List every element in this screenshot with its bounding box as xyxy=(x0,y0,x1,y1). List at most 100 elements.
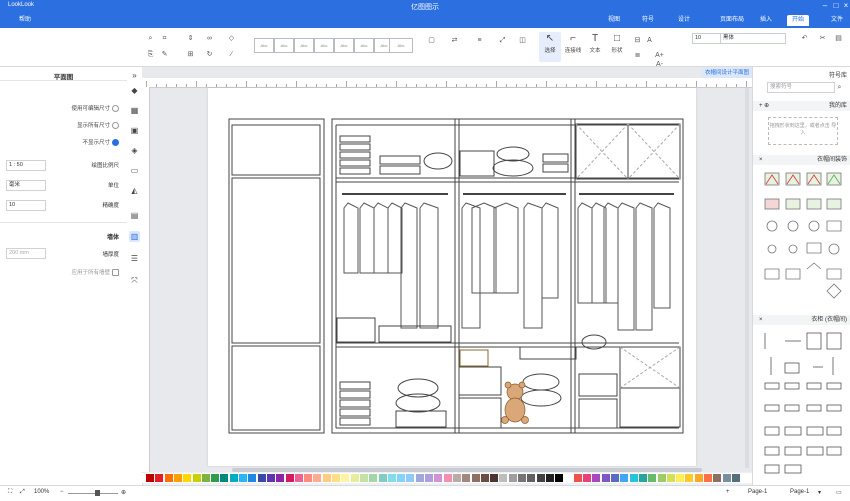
color-swatch[interactable] xyxy=(462,474,471,482)
color-swatch[interactable] xyxy=(397,474,406,482)
bold-icon[interactable]: ⊟ xyxy=(633,36,642,45)
color-swatch[interactable] xyxy=(164,474,173,482)
close-icon[interactable]: × xyxy=(841,1,850,11)
color-swatch[interactable] xyxy=(620,474,629,482)
color-swatch[interactable] xyxy=(285,474,294,482)
undo-icon[interactable]: ↶ xyxy=(800,34,809,43)
color-swatch[interactable] xyxy=(601,474,610,482)
layers-icon[interactable]: ◈ xyxy=(129,145,140,156)
wardrobe-decoration-header[interactable]: 衣帽间装饰 × xyxy=(753,155,850,165)
color-swatch[interactable] xyxy=(564,474,573,482)
tab-view[interactable]: 视图 xyxy=(603,15,625,26)
decoration-symbols[interactable] xyxy=(763,171,843,311)
color-swatch[interactable] xyxy=(425,474,433,482)
color-swatch[interactable] xyxy=(685,474,694,482)
tab-home[interactable]: 开始 xyxy=(787,15,810,26)
color-swatch[interactable] xyxy=(183,474,192,482)
copy-icon[interactable]: ⎘ xyxy=(146,50,155,59)
color-swatch[interactable] xyxy=(304,474,313,482)
color-swatch[interactable] xyxy=(313,474,322,482)
close-icon[interactable]: × xyxy=(759,315,763,325)
color-swatch[interactable] xyxy=(480,474,489,482)
radio-icon[interactable] xyxy=(112,122,119,130)
shape-button[interactable]: □ 形状 xyxy=(606,32,628,62)
color-swatch[interactable] xyxy=(704,474,712,482)
color-swatch[interactable] xyxy=(648,474,657,482)
list-icon[interactable]: ☰ xyxy=(129,253,140,264)
color-swatch[interactable] xyxy=(229,474,238,482)
zoom-out-icon[interactable]: − xyxy=(60,489,64,495)
style-preset-6[interactable]: Abc xyxy=(354,38,374,53)
color-swatch[interactable] xyxy=(322,474,331,482)
color-swatch[interactable] xyxy=(406,474,415,482)
drawing-page[interactable] xyxy=(208,88,696,466)
document-tab[interactable]: 衣帽间设计平面图 xyxy=(702,68,752,78)
page-tab[interactable]: Page-1 xyxy=(748,489,767,495)
tab-file[interactable]: 文件 xyxy=(826,15,848,26)
symbol-search-input[interactable]: 搜索符号 xyxy=(767,82,835,93)
table-icon[interactable]: ▤ xyxy=(129,210,140,221)
color-swatch[interactable] xyxy=(722,474,731,482)
option-show-all-sizes[interactable]: 显示所有尺寸 xyxy=(77,121,119,130)
style-preset-4[interactable]: Abc xyxy=(314,38,334,53)
checkbox-icon[interactable] xyxy=(112,269,119,277)
color-swatch[interactable] xyxy=(471,474,480,482)
arrange-icon[interactable]: ◫ xyxy=(518,36,527,45)
color-swatch[interactable] xyxy=(341,474,350,482)
color-swatch[interactable] xyxy=(731,474,740,482)
grid-icon[interactable]: ▦ xyxy=(129,105,140,116)
unit-select[interactable]: 毫米 xyxy=(6,180,46,191)
color-swatch[interactable] xyxy=(518,474,526,482)
my-library-dropzone[interactable]: 拖拽形状到这里，或者点击 导入 xyxy=(768,117,838,145)
image-icon[interactable]: ▣ xyxy=(129,125,140,136)
color-swatch[interactable] xyxy=(713,474,722,482)
color-swatch[interactable] xyxy=(173,474,182,482)
select-button[interactable]: ↖ 选择 xyxy=(539,32,561,62)
color-swatch[interactable] xyxy=(369,474,378,482)
wardrobe-symbols[interactable] xyxy=(763,331,843,476)
color-swatch[interactable] xyxy=(657,474,666,482)
color-swatch[interactable] xyxy=(527,474,536,482)
group-icon[interactable]: ⊞ xyxy=(186,50,195,59)
zoom-slider[interactable] xyxy=(68,493,118,494)
fullscreen-icon[interactable]: ⤢ xyxy=(20,489,25,496)
line-color-icon[interactable]: ∕ xyxy=(227,50,236,59)
color-swatch[interactable] xyxy=(266,474,275,482)
color-swatch[interactable] xyxy=(294,474,303,482)
fill-icon[interactable]: ◇ xyxy=(227,34,236,43)
color-swatch[interactable] xyxy=(146,474,154,482)
connector-button[interactable]: ⌐ 连接线 xyxy=(562,32,584,62)
tab-symbol[interactable]: 符号 xyxy=(637,15,659,26)
color-swatch[interactable] xyxy=(211,474,220,482)
color-swatch[interactable] xyxy=(666,474,675,482)
zoom-icon[interactable]: ⌕ xyxy=(146,34,155,43)
option-hide-sizes[interactable]: 不显示尺寸 xyxy=(82,138,119,147)
color-swatch[interactable] xyxy=(443,474,452,482)
link-icon[interactable]: ∞ xyxy=(205,34,214,43)
color-swatch[interactable] xyxy=(499,474,508,482)
color-swatch[interactable] xyxy=(573,474,582,482)
add-icon[interactable]: + ⊕ xyxy=(759,101,769,111)
tab-help[interactable]: 帮助 xyxy=(14,15,36,26)
tab-design[interactable]: 设计 xyxy=(673,15,695,26)
data-icon[interactable]: ▭ xyxy=(129,165,140,176)
color-swatch[interactable] xyxy=(387,474,396,482)
add-page-icon[interactable]: + xyxy=(726,489,730,495)
style-preset-5[interactable]: Abc xyxy=(334,38,354,53)
text-button[interactable]: T 文本 xyxy=(584,32,606,62)
color-swatch[interactable] xyxy=(676,474,685,482)
page-menu-icon[interactable]: ▾ xyxy=(818,489,821,496)
my-library-header[interactable]: 我的库 + ⊕ xyxy=(753,101,850,111)
precision-select[interactable]: 10 xyxy=(6,200,46,211)
tab-insert[interactable]: 插入 xyxy=(755,15,777,26)
color-swatch[interactable] xyxy=(201,474,210,482)
color-swatch[interactable] xyxy=(638,474,647,482)
color-swatch[interactable] xyxy=(592,474,601,482)
page-list-icon[interactable]: ▭ xyxy=(836,489,842,496)
font-size-icon[interactable]: A+ A- xyxy=(655,51,664,68)
color-swatch[interactable] xyxy=(350,474,359,482)
fit-page-icon[interactable]: ⛶ xyxy=(8,489,12,496)
horizontal-scrollbar[interactable] xyxy=(232,468,702,472)
color-swatch[interactable] xyxy=(155,474,164,482)
color-swatch[interactable] xyxy=(359,474,368,482)
